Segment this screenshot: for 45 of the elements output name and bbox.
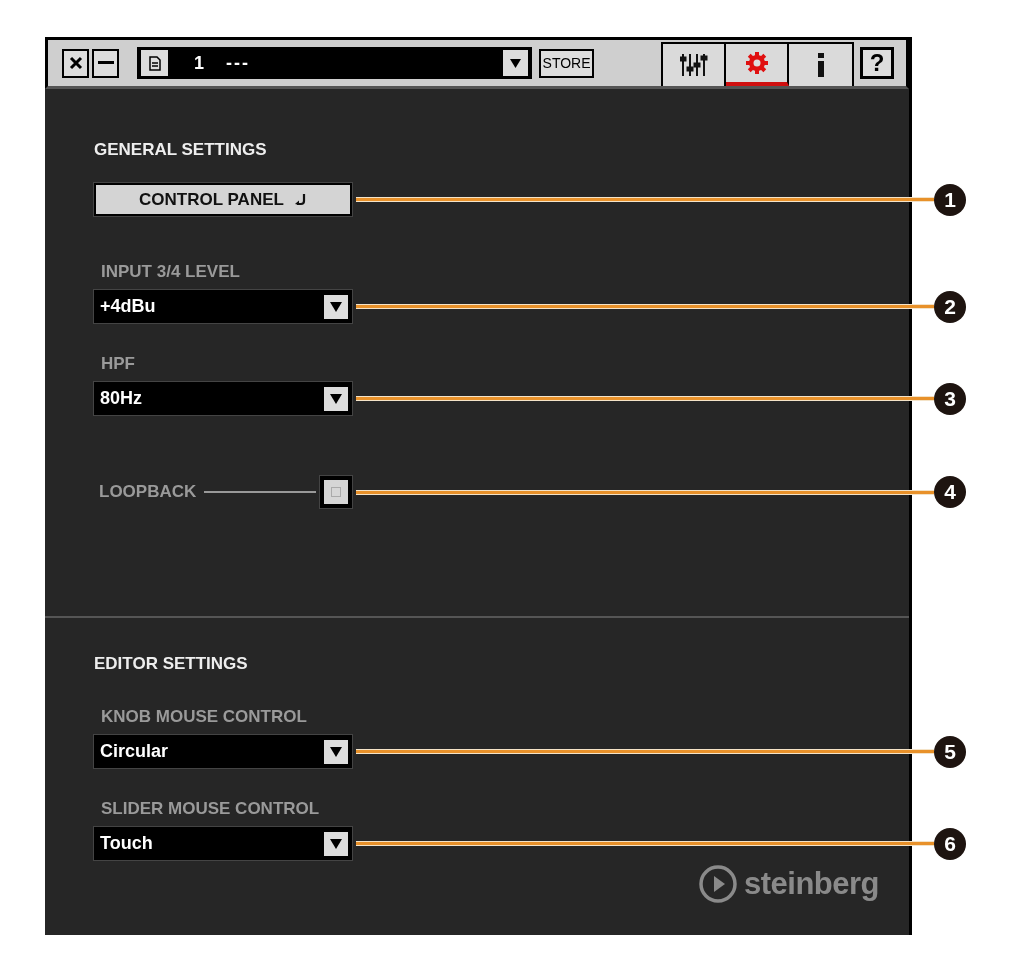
close-button[interactable] — [62, 48, 89, 78]
close-icon — [68, 56, 83, 70]
mixer-icon — [679, 52, 708, 78]
field-label: INPUT 3/4 LEVEL — [101, 262, 240, 282]
minimize-icon — [97, 61, 114, 65]
section-title: GENERAL SETTINGS — [94, 140, 267, 160]
dropdown[interactable]: 80Hz — [94, 382, 352, 415]
control-panel-button[interactable]: CONTROL PANEL — [94, 183, 352, 216]
program-bar[interactable]: 1 --- — [137, 47, 532, 79]
dropdown-arrow-icon — [509, 58, 521, 68]
program-list-button[interactable] — [141, 50, 169, 76]
checkbox-label: LOOPBACK — [99, 482, 197, 502]
document-icon — [148, 55, 161, 71]
dropdown-arrow-icon — [330, 838, 342, 849]
program-name: --- — [226, 52, 251, 74]
callout-number: 5 — [934, 735, 966, 768]
dropdown[interactable]: Touch — [94, 827, 352, 860]
field-label: HPF — [101, 354, 135, 374]
callout-number: 1 — [934, 183, 966, 216]
tab[interactable] — [663, 44, 727, 86]
field-label: SLIDER MOUSE CONTROL — [101, 799, 320, 819]
dropdown-arrow-icon — [330, 393, 342, 404]
return-arrow-icon — [293, 193, 307, 206]
play-circle-icon — [697, 864, 738, 904]
dropdown-arrow-icon — [330, 301, 342, 312]
dropdown[interactable]: +4dBu — [94, 290, 352, 323]
section-title: EDITOR SETTINGS — [94, 654, 248, 674]
field-label: KNOB MOUSE CONTROL — [101, 707, 307, 727]
gear-icon — [744, 51, 769, 75]
callout-number: 6 — [934, 827, 966, 860]
callout-number: 4 — [934, 476, 966, 508]
callout-number: 3 — [934, 382, 966, 415]
callout-number: 2 — [934, 290, 966, 323]
store-button[interactable]: STORE — [538, 48, 595, 78]
program-dropdown-button[interactable] — [502, 50, 528, 76]
info-icon — [815, 53, 826, 77]
minimize-button[interactable] — [92, 48, 120, 78]
program-number: 1 — [194, 52, 205, 74]
tab[interactable] — [726, 44, 790, 86]
dropdown-arrow-icon — [330, 746, 342, 757]
logo: steinberg — [697, 864, 879, 904]
dropdown[interactable]: Circular — [94, 735, 352, 768]
help-button[interactable]: ? — [860, 47, 894, 79]
checkbox[interactable] — [320, 476, 352, 508]
tab[interactable] — [789, 44, 853, 86]
